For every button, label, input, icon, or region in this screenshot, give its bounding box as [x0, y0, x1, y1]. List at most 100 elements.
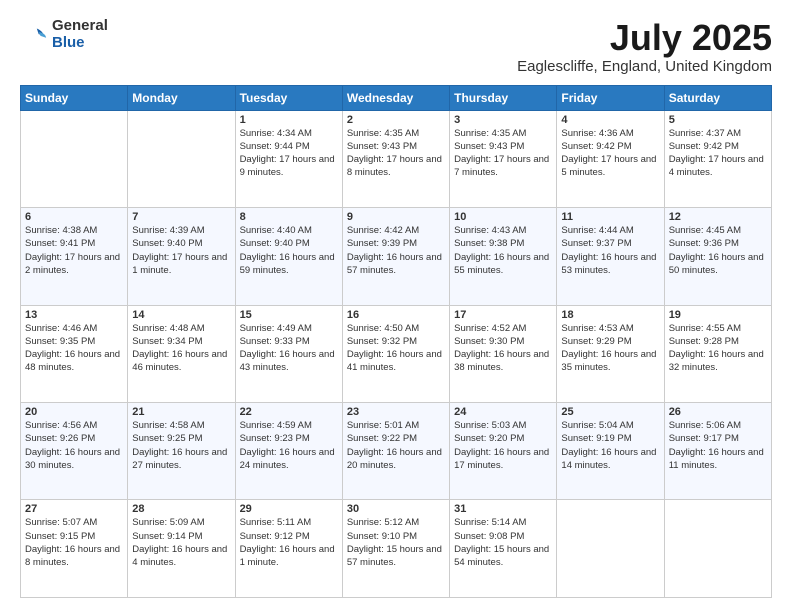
- day-info: Sunrise: 4:52 AM Sunset: 9:30 PM Dayligh…: [454, 322, 552, 375]
- table-row: 8 Sunrise: 4:40 AM Sunset: 9:40 PM Dayli…: [235, 208, 342, 305]
- day-number: 13: [25, 309, 123, 321]
- sunrise-text: Sunrise: 5:07 AM: [25, 516, 123, 529]
- table-row: [557, 500, 664, 598]
- day-number: 9: [347, 211, 445, 223]
- sunrise-text: Sunrise: 4:52 AM: [454, 322, 552, 335]
- sunrise-text: Sunrise: 5:04 AM: [561, 419, 659, 432]
- sunrise-text: Sunrise: 4:35 AM: [347, 127, 445, 140]
- table-row: 17 Sunrise: 4:52 AM Sunset: 9:30 PM Dayl…: [450, 305, 557, 402]
- daylight-text: Daylight: 16 hours and 35 minutes.: [561, 348, 659, 375]
- daylight-text: Daylight: 16 hours and 17 minutes.: [454, 446, 552, 473]
- day-number: 31: [454, 503, 552, 515]
- table-row: 23 Sunrise: 5:01 AM Sunset: 9:22 PM Dayl…: [342, 403, 449, 500]
- table-row: 27 Sunrise: 5:07 AM Sunset: 9:15 PM Dayl…: [21, 500, 128, 598]
- header-monday: Monday: [128, 85, 235, 110]
- sunset-text: Sunset: 9:22 PM: [347, 432, 445, 445]
- table-row: [664, 500, 771, 598]
- header: General Blue July 2025 Eaglescliffe, Eng…: [20, 18, 772, 75]
- day-number: 25: [561, 406, 659, 418]
- daylight-text: Daylight: 16 hours and 50 minutes.: [669, 251, 767, 278]
- day-info: Sunrise: 5:12 AM Sunset: 9:10 PM Dayligh…: [347, 516, 445, 569]
- day-info: Sunrise: 4:45 AM Sunset: 9:36 PM Dayligh…: [669, 224, 767, 277]
- daylight-text: Daylight: 16 hours and 38 minutes.: [454, 348, 552, 375]
- calendar-week-row: 27 Sunrise: 5:07 AM Sunset: 9:15 PM Dayl…: [21, 500, 772, 598]
- sunrise-text: Sunrise: 5:06 AM: [669, 419, 767, 432]
- day-info: Sunrise: 5:14 AM Sunset: 9:08 PM Dayligh…: [454, 516, 552, 569]
- sunset-text: Sunset: 9:42 PM: [669, 140, 767, 153]
- table-row: 13 Sunrise: 4:46 AM Sunset: 9:35 PM Dayl…: [21, 305, 128, 402]
- sunset-text: Sunset: 9:38 PM: [454, 237, 552, 250]
- sunset-text: Sunset: 9:08 PM: [454, 530, 552, 543]
- daylight-text: Daylight: 16 hours and 1 minute.: [240, 543, 338, 570]
- sunrise-text: Sunrise: 4:58 AM: [132, 419, 230, 432]
- daylight-text: Daylight: 16 hours and 20 minutes.: [347, 446, 445, 473]
- day-info: Sunrise: 5:01 AM Sunset: 9:22 PM Dayligh…: [347, 419, 445, 472]
- table-row: 26 Sunrise: 5:06 AM Sunset: 9:17 PM Dayl…: [664, 403, 771, 500]
- table-row: 1 Sunrise: 4:34 AM Sunset: 9:44 PM Dayli…: [235, 110, 342, 207]
- calendar-week-row: 1 Sunrise: 4:34 AM Sunset: 9:44 PM Dayli…: [21, 110, 772, 207]
- day-info: Sunrise: 5:11 AM Sunset: 9:12 PM Dayligh…: [240, 516, 338, 569]
- daylight-text: Daylight: 17 hours and 9 minutes.: [240, 153, 338, 180]
- table-row: 14 Sunrise: 4:48 AM Sunset: 9:34 PM Dayl…: [128, 305, 235, 402]
- sunrise-text: Sunrise: 4:45 AM: [669, 224, 767, 237]
- sunset-text: Sunset: 9:26 PM: [25, 432, 123, 445]
- daylight-text: Daylight: 15 hours and 54 minutes.: [454, 543, 552, 570]
- daylight-text: Daylight: 16 hours and 14 minutes.: [561, 446, 659, 473]
- sunrise-text: Sunrise: 5:09 AM: [132, 516, 230, 529]
- sunset-text: Sunset: 9:30 PM: [454, 335, 552, 348]
- day-info: Sunrise: 4:55 AM Sunset: 9:28 PM Dayligh…: [669, 322, 767, 375]
- logo-text: General Blue: [52, 18, 108, 51]
- sunrise-text: Sunrise: 5:03 AM: [454, 419, 552, 432]
- table-row: 4 Sunrise: 4:36 AM Sunset: 9:42 PM Dayli…: [557, 110, 664, 207]
- day-number: 21: [132, 406, 230, 418]
- day-info: Sunrise: 4:42 AM Sunset: 9:39 PM Dayligh…: [347, 224, 445, 277]
- day-number: 29: [240, 503, 338, 515]
- daylight-text: Daylight: 16 hours and 48 minutes.: [25, 348, 123, 375]
- sunset-text: Sunset: 9:32 PM: [347, 335, 445, 348]
- day-info: Sunrise: 4:36 AM Sunset: 9:42 PM Dayligh…: [561, 127, 659, 180]
- day-info: Sunrise: 4:40 AM Sunset: 9:40 PM Dayligh…: [240, 224, 338, 277]
- day-number: 7: [132, 211, 230, 223]
- header-wednesday: Wednesday: [342, 85, 449, 110]
- daylight-text: Daylight: 17 hours and 4 minutes.: [669, 153, 767, 180]
- table-row: 24 Sunrise: 5:03 AM Sunset: 9:20 PM Dayl…: [450, 403, 557, 500]
- daylight-text: Daylight: 16 hours and 8 minutes.: [25, 543, 123, 570]
- table-row: 7 Sunrise: 4:39 AM Sunset: 9:40 PM Dayli…: [128, 208, 235, 305]
- day-number: 17: [454, 309, 552, 321]
- calendar-week-row: 13 Sunrise: 4:46 AM Sunset: 9:35 PM Dayl…: [21, 305, 772, 402]
- header-saturday: Saturday: [664, 85, 771, 110]
- table-row: 19 Sunrise: 4:55 AM Sunset: 9:28 PM Dayl…: [664, 305, 771, 402]
- day-info: Sunrise: 5:07 AM Sunset: 9:15 PM Dayligh…: [25, 516, 123, 569]
- day-number: 6: [25, 211, 123, 223]
- day-info: Sunrise: 4:56 AM Sunset: 9:26 PM Dayligh…: [25, 419, 123, 472]
- day-info: Sunrise: 4:35 AM Sunset: 9:43 PM Dayligh…: [454, 127, 552, 180]
- sunrise-text: Sunrise: 4:50 AM: [347, 322, 445, 335]
- table-row: 15 Sunrise: 4:49 AM Sunset: 9:33 PM Dayl…: [235, 305, 342, 402]
- table-row: 11 Sunrise: 4:44 AM Sunset: 9:37 PM Dayl…: [557, 208, 664, 305]
- day-info: Sunrise: 4:53 AM Sunset: 9:29 PM Dayligh…: [561, 322, 659, 375]
- table-row: 10 Sunrise: 4:43 AM Sunset: 9:38 PM Dayl…: [450, 208, 557, 305]
- day-number: 1: [240, 114, 338, 126]
- table-row: [128, 110, 235, 207]
- day-info: Sunrise: 4:50 AM Sunset: 9:32 PM Dayligh…: [347, 322, 445, 375]
- calendar-week-row: 20 Sunrise: 4:56 AM Sunset: 9:26 PM Dayl…: [21, 403, 772, 500]
- table-row: 5 Sunrise: 4:37 AM Sunset: 9:42 PM Dayli…: [664, 110, 771, 207]
- daylight-text: Daylight: 15 hours and 57 minutes.: [347, 543, 445, 570]
- sunset-text: Sunset: 9:20 PM: [454, 432, 552, 445]
- header-friday: Friday: [557, 85, 664, 110]
- sunset-text: Sunset: 9:10 PM: [347, 530, 445, 543]
- sunset-text: Sunset: 9:35 PM: [25, 335, 123, 348]
- day-number: 16: [347, 309, 445, 321]
- logo: General Blue: [20, 18, 108, 51]
- day-info: Sunrise: 5:09 AM Sunset: 9:14 PM Dayligh…: [132, 516, 230, 569]
- sunset-text: Sunset: 9:34 PM: [132, 335, 230, 348]
- sunset-text: Sunset: 9:19 PM: [561, 432, 659, 445]
- sunset-text: Sunset: 9:40 PM: [132, 237, 230, 250]
- day-number: 15: [240, 309, 338, 321]
- day-number: 14: [132, 309, 230, 321]
- table-row: 25 Sunrise: 5:04 AM Sunset: 9:19 PM Dayl…: [557, 403, 664, 500]
- daylight-text: Daylight: 16 hours and 41 minutes.: [347, 348, 445, 375]
- day-number: 5: [669, 114, 767, 126]
- daylight-text: Daylight: 16 hours and 57 minutes.: [347, 251, 445, 278]
- sunrise-text: Sunrise: 4:37 AM: [669, 127, 767, 140]
